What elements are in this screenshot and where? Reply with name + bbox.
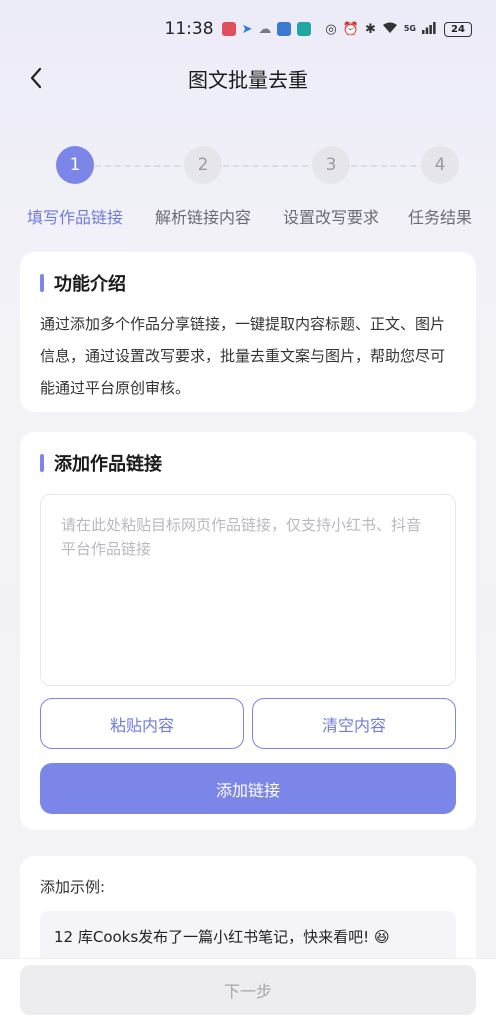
- page-header: 图文批量去重: [0, 58, 496, 98]
- cloud-notification-icon: ☁: [258, 21, 272, 37]
- step-3-label: 设置改写要求: [282, 208, 379, 227]
- step-3-number: 3: [312, 146, 350, 184]
- network-type-label: 5G: [403, 24, 416, 33]
- app-notification-icon: [221, 22, 236, 36]
- intro-card: 功能介绍 通过添加多个作品分享链接，一键提取内容标题、正文、图片信息，通过设置改…: [20, 252, 476, 412]
- chevron-left-icon: [30, 67, 42, 89]
- music-notification-icon: [277, 22, 292, 36]
- add-links-title: 添加作品链接: [54, 454, 162, 475]
- add-links-card: 添加作品链接 粘贴内容 清空内容 添加链接: [20, 432, 476, 830]
- example-label: 添加示例:: [40, 878, 106, 896]
- step-4: 4 任务结果: [403, 146, 477, 228]
- back-button[interactable]: [20, 62, 52, 94]
- bluetooth-icon: ✱: [364, 21, 376, 37]
- status-time: 11:38: [164, 19, 214, 39]
- signal-icon: [422, 21, 436, 37]
- intro-title: 功能介绍: [54, 274, 126, 295]
- input-actions: 粘贴内容 清空内容: [40, 698, 456, 749]
- step-4-label: 任务结果: [407, 208, 472, 227]
- step-2-label: 解析链接内容: [154, 208, 251, 227]
- nfc-icon: ◎: [325, 21, 337, 37]
- clear-button[interactable]: 清空内容: [252, 698, 456, 749]
- next-step-button[interactable]: 下一步: [20, 965, 476, 1015]
- step-3: 3 设置改写要求: [276, 146, 386, 228]
- bottom-bar: 下一步: [0, 958, 496, 1024]
- title-accent-bar: [40, 274, 44, 292]
- step-1-number: 1: [56, 146, 94, 184]
- step-2-number: 2: [184, 146, 222, 184]
- bird-notification-icon: ➤: [241, 21, 253, 37]
- link-input[interactable]: [40, 494, 456, 686]
- status-bar: 11:38 ➤ ☁ ◎ ⏰ ✱ 5G 24: [0, 0, 496, 58]
- wifi-icon: [382, 22, 398, 37]
- play-notification-icon: [297, 22, 312, 36]
- add-link-button[interactable]: 添加链接: [40, 763, 456, 814]
- step-indicator: 1 填写作品链接 2 解析链接内容 3 设置改写要求 4 任务结果: [0, 146, 496, 236]
- intro-text: 通过添加多个作品分享链接，一键提取内容标题、正文、图片信息，通过设置改写要求，批…: [40, 315, 446, 397]
- page-title: 图文批量去重: [188, 67, 308, 92]
- alarm-icon: ⏰: [342, 21, 359, 37]
- intro-heading: 功能介绍: [40, 270, 456, 296]
- paste-button[interactable]: 粘贴内容: [40, 698, 244, 749]
- step-4-number: 4: [421, 146, 459, 184]
- step-2: 2 解析链接内容: [148, 146, 258, 228]
- add-links-heading: 添加作品链接: [40, 450, 456, 476]
- step-1-label: 填写作品链接: [26, 208, 123, 227]
- title-accent-bar: [40, 454, 44, 472]
- battery-icon: 24: [444, 21, 472, 37]
- step-1: 1 填写作品链接: [20, 146, 130, 228]
